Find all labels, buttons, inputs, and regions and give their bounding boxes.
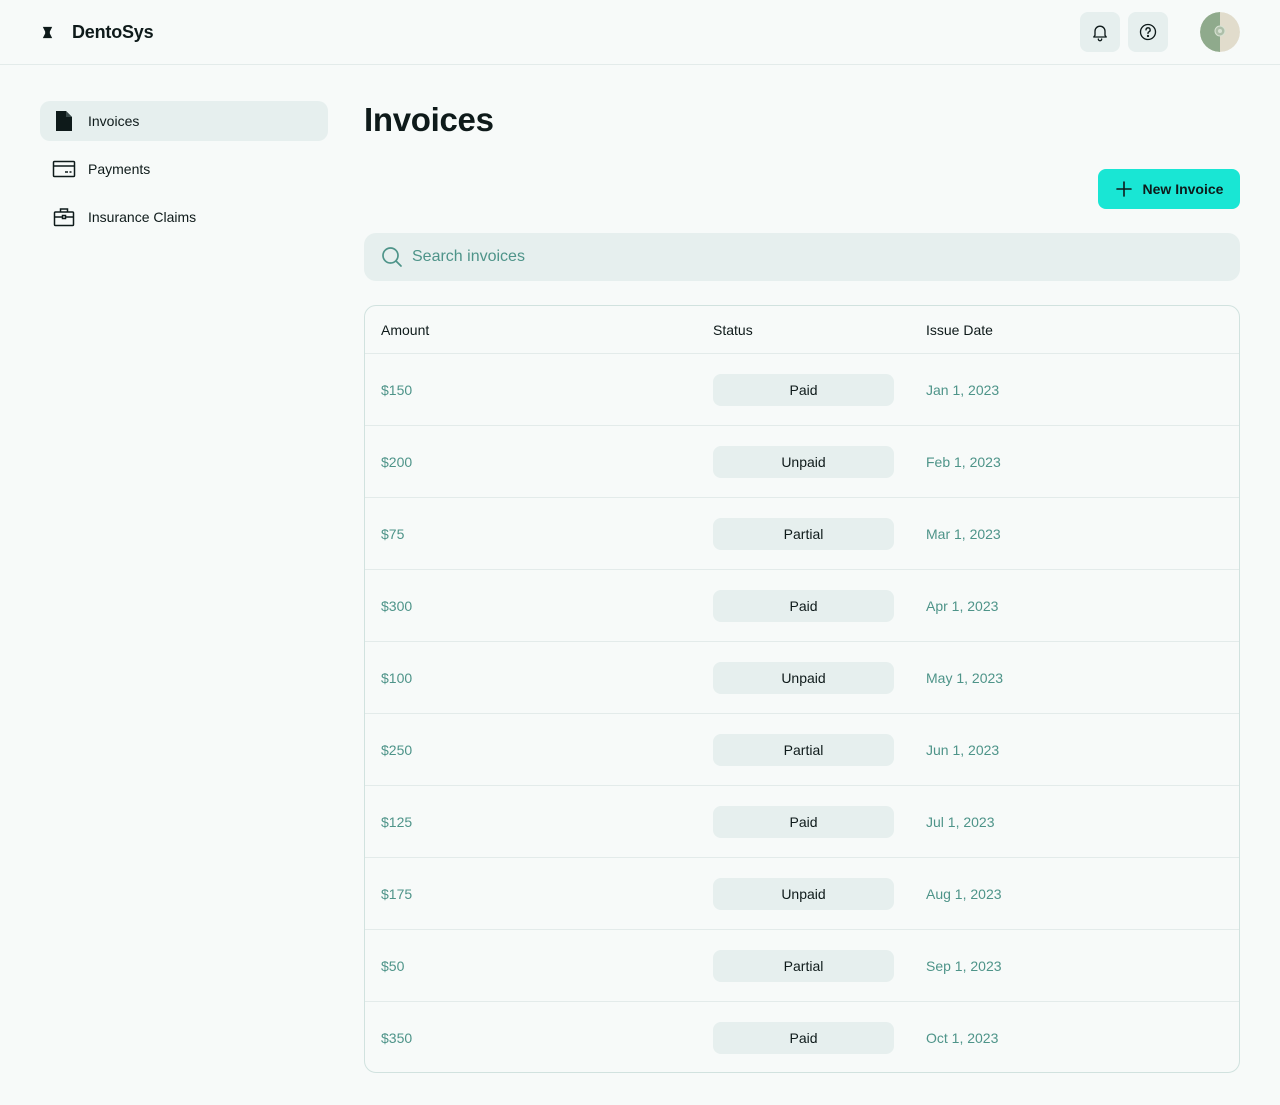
table-row[interactable]: $50 Partial Sep 1, 2023 — [365, 929, 1239, 1001]
sidebar-item-payments[interactable]: Payments — [40, 149, 328, 189]
amount-cell: $50 — [381, 957, 405, 974]
table-row[interactable]: $250 Partial Jun 1, 2023 — [365, 713, 1239, 785]
table-row[interactable]: $150 Paid Jan 1, 2023 — [365, 353, 1239, 425]
logo-icon — [42, 26, 53, 38]
column-header-issue-date[interactable]: Issue Date — [926, 322, 993, 338]
table-row[interactable]: $300 Paid Apr 1, 2023 — [365, 569, 1239, 641]
table-row[interactable]: $350 Paid Oct 1, 2023 — [365, 1001, 1239, 1072]
brand[interactable]: DentoSys — [40, 21, 154, 43]
issue-date-cell: Jul 1, 2023 — [926, 813, 995, 830]
status-badge: Partial — [713, 517, 894, 550]
table-row[interactable]: $200 Unpaid Feb 1, 2023 — [365, 425, 1239, 497]
status-badge: Paid — [713, 373, 894, 406]
amount-cell: $125 — [381, 813, 413, 830]
table-row[interactable]: $125 Paid Jul 1, 2023 — [365, 785, 1239, 857]
help-circle-icon — [1139, 23, 1157, 41]
sidebar: Invoices Payments Insurance Claims — [40, 101, 328, 245]
sidebar-item-label: Invoices — [88, 113, 140, 129]
page-title: Invoices — [364, 101, 494, 138]
status-badge: Paid — [713, 1021, 894, 1054]
sidebar-item-invoices[interactable]: Invoices — [40, 101, 328, 141]
status-badge: Partial — [713, 949, 894, 982]
table-row[interactable]: $75 Partial Mar 1, 2023 — [365, 497, 1239, 569]
sidebar-item-label: Payments — [88, 161, 151, 177]
status-badge: Unpaid — [713, 661, 894, 694]
amount-cell: $175 — [381, 885, 413, 902]
search-input[interactable] — [412, 248, 1192, 266]
amount-cell: $150 — [381, 381, 413, 398]
amount-cell: $200 — [381, 453, 413, 470]
status-badge: Unpaid — [713, 445, 894, 478]
amount-cell: $250 — [381, 741, 413, 758]
document-icon — [52, 109, 76, 133]
plus-icon — [1115, 181, 1132, 197]
column-header-status[interactable]: Status — [713, 322, 926, 338]
bell-icon — [1093, 25, 1107, 42]
table-row[interactable]: $100 Unpaid May 1, 2023 — [365, 641, 1239, 713]
issue-date-cell: May 1, 2023 — [926, 669, 1004, 686]
amount-cell: $300 — [381, 597, 413, 614]
issue-date-cell: Aug 1, 2023 — [926, 885, 1002, 902]
sidebar-item-label: Insurance Claims — [88, 209, 197, 225]
status-badge: Partial — [713, 733, 894, 766]
avatar[interactable] — [1200, 12, 1240, 52]
status-badge: Unpaid — [713, 877, 894, 910]
search-icon — [382, 247, 402, 267]
issue-date-cell: Feb 1, 2023 — [926, 453, 1001, 470]
issue-date-cell: Sep 1, 2023 — [926, 957, 1002, 974]
issue-date-cell: Mar 1, 2023 — [926, 525, 1001, 542]
issue-date-cell: Jun 1, 2023 — [926, 741, 1000, 758]
search-bar[interactable] — [364, 233, 1240, 281]
amount-cell: $100 — [381, 669, 413, 686]
table-header: Amount Status Issue Date — [365, 306, 1239, 353]
credit-card-icon — [52, 157, 76, 181]
column-header-amount[interactable]: Amount — [365, 322, 713, 338]
top-bar: DentoSys — [0, 0, 1280, 65]
status-badge: Paid — [713, 589, 894, 622]
issue-date-cell: Apr 1, 2023 — [926, 597, 999, 614]
app-name: DentoSys — [72, 21, 154, 42]
invoices-table: Amount Status Issue Date $150 Paid Jan 1… — [364, 305, 1240, 1073]
issue-date-cell: Oct 1, 2023 — [926, 1029, 999, 1046]
top-actions — [1072, 12, 1240, 52]
new-invoice-button[interactable]: New Invoice — [1098, 169, 1240, 209]
amount-cell: $75 — [381, 525, 405, 542]
briefcase-icon — [52, 205, 76, 229]
sidebar-item-insurance-claims[interactable]: Insurance Claims — [40, 197, 328, 237]
amount-cell: $350 — [381, 1029, 413, 1046]
notifications-button[interactable] — [1080, 12, 1120, 52]
status-badge: Paid — [713, 805, 894, 838]
help-button[interactable] — [1128, 12, 1168, 52]
new-invoice-label: New Invoice — [1142, 181, 1224, 197]
issue-date-cell: Jan 1, 2023 — [926, 381, 1000, 398]
table-row[interactable]: $175 Unpaid Aug 1, 2023 — [365, 857, 1239, 929]
